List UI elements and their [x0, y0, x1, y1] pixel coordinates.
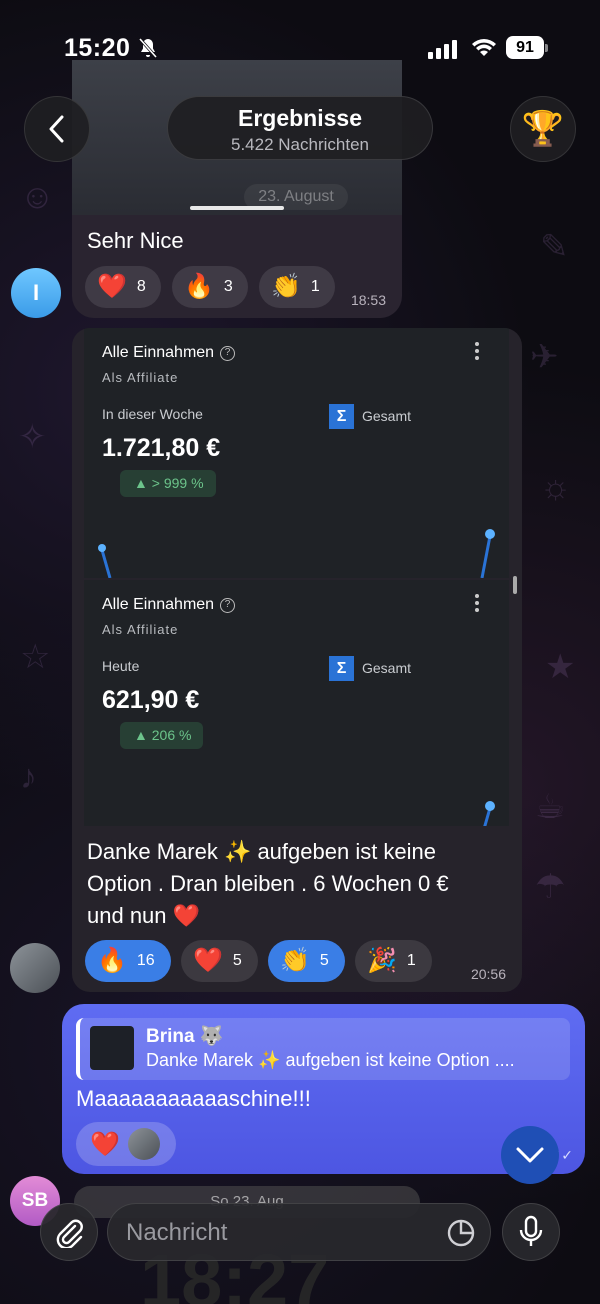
party-popper-icon: 🎉 — [367, 947, 397, 974]
chat-title-pill[interactable]: Ergebnisse 5.422 Nachrichten — [167, 96, 433, 160]
fire-icon: 🔥 — [184, 273, 214, 300]
card-total-label: Gesamt — [362, 408, 412, 424]
message-text-line: Option . Dran bleiben . 6 Wochen 0 € — [87, 871, 449, 896]
reaction-heart[interactable]: ❤️ 5 — [181, 940, 258, 982]
doodle-icon: ✈ — [530, 338, 559, 376]
card-delta: > 999 % — [151, 475, 204, 491]
more-vertical-icon[interactable] — [475, 342, 481, 363]
wifi-icon — [472, 39, 496, 56]
message-text: Maaaaaaaaaaaschine!!! — [76, 1086, 311, 1111]
earnings-card[interactable]: Alle Einnahmen? Als Affiliate In dieser … — [84, 328, 509, 578]
scroll-down-button[interactable] — [501, 1126, 559, 1184]
message-text: Sehr Nice — [87, 228, 184, 253]
back-button[interactable] — [24, 96, 90, 162]
message-input[interactable]: Nachricht — [107, 1203, 491, 1261]
card-title: Alle Einnahmen? — [102, 344, 236, 362]
doodle-icon: ☕ — [535, 788, 566, 826]
bell-off-icon — [138, 38, 158, 58]
doodle-icon: ★ — [545, 648, 576, 686]
doodle-icon: ♪ — [20, 758, 37, 796]
doodle-icon: ☆ — [20, 638, 51, 676]
card-amount: 621,90 € — [102, 686, 200, 714]
reaction-clap[interactable]: 👏 5 — [268, 940, 345, 982]
back-arrow-icon — [49, 115, 64, 143]
card-delta: 206 % — [151, 727, 192, 743]
card-subtitle: Als Affiliate — [102, 370, 179, 385]
reaction-fire[interactable]: 🔥 3 — [172, 266, 248, 308]
sigma-icon: Σ — [329, 656, 354, 681]
status-time: 15:20 — [64, 34, 131, 62]
reaction-clap[interactable]: 👏 1 — [259, 266, 335, 308]
card-title: Alle Einnahmen? — [102, 596, 236, 614]
message-text-line: Danke Marek ✨ aufgeben ist keine — [87, 839, 437, 864]
reaction-fire[interactable]: 🔥 16 — [85, 940, 171, 982]
clap-icon: 👏 — [271, 273, 301, 300]
reaction-heart[interactable]: ❤️ 8 — [85, 266, 161, 308]
message-input-placeholder: Nachricht — [126, 1219, 228, 1246]
reply-author: Brina 🐺 — [146, 1026, 224, 1047]
card-period: In dieser Woche — [102, 406, 203, 422]
heart-icon: ❤️ — [90, 1131, 120, 1158]
card-delta-badge: ▲ 206 % — [120, 722, 204, 749]
card-title-text: Alle Einnahmen — [102, 596, 215, 613]
message-bubble[interactable]: Alle Einnahmen? Als Affiliate In dieser … — [72, 328, 522, 992]
reaction-count: 5 — [319, 952, 329, 969]
trophy-button[interactable]: 🏆 — [510, 96, 576, 162]
card-title-text: Alle Einnahmen — [102, 344, 215, 361]
cellular-signal-icon — [428, 39, 458, 59]
battery-indicator: 91 — [506, 36, 544, 59]
card-subtitle: Als Affiliate — [102, 622, 179, 637]
chat-title: Ergebnisse — [238, 105, 362, 131]
card-period: Heute — [102, 658, 140, 674]
reply-preview[interactable]: Brina 🐺 Danke Marek ✨ aufgeben ist keine… — [76, 1018, 570, 1080]
battery-cap — [545, 44, 548, 52]
card-amount: 1.721,80 € — [102, 434, 221, 462]
earnings-card[interactable]: Alle Einnahmen? Als Affiliate Heute Σ Ge… — [84, 580, 509, 826]
reaction-heart[interactable]: ❤️ — [76, 1122, 176, 1166]
reaction-count: 8 — [136, 278, 146, 295]
more-vertical-icon[interactable] — [475, 594, 481, 615]
media-home-indicator — [190, 206, 284, 210]
doodle-icon: ☂ — [535, 868, 566, 906]
trophy-icon: 🏆 — [521, 110, 565, 148]
clap-icon: 👏 — [280, 947, 310, 974]
message-text-line: und nun ❤️ — [87, 903, 201, 928]
reactor-avatar — [128, 1128, 160, 1160]
message-text: Danke Marek ✨ aufgeben ist keine Option … — [87, 836, 512, 932]
avatar[interactable]: I — [11, 268, 61, 318]
reaction-party[interactable]: 🎉 1 — [355, 940, 432, 982]
card-chart-line — [98, 529, 495, 578]
paperclip-icon — [56, 1219, 83, 1248]
card-delta-badge: ▲ > 999 % — [120, 470, 216, 497]
doodle-icon: ✎ — [540, 228, 569, 266]
media-scrollbar[interactable] — [513, 576, 517, 594]
fire-icon: 🔥 — [97, 947, 127, 974]
microphone-button[interactable] — [502, 1203, 560, 1261]
attach-button[interactable] — [40, 1203, 98, 1261]
reaction-count: 5 — [232, 952, 242, 969]
sticker-icon[interactable] — [446, 1218, 476, 1248]
reaction-count: 1 — [310, 278, 320, 295]
chevron-down-icon — [516, 1147, 544, 1163]
help-circle-icon: ? — [220, 598, 236, 613]
message-time: 20:56 — [470, 966, 506, 982]
microphone-icon — [519, 1215, 543, 1246]
card-total-label: Gesamt — [362, 660, 412, 676]
reaction-count: 16 — [136, 952, 155, 969]
help-circle-icon: ? — [220, 346, 236, 361]
heart-icon: ❤️ — [193, 947, 223, 974]
chat-subtitle: 5.422 Nachrichten — [231, 135, 369, 154]
doodle-icon: ✧ — [18, 418, 47, 456]
doodle-icon: ☼ — [540, 468, 572, 506]
reply-thumbnail — [90, 1026, 134, 1070]
reaction-count: 1 — [406, 952, 416, 969]
reply-text: Danke Marek ✨ aufgeben ist keine Option … — [146, 1050, 515, 1070]
doodle-icon: ☺ — [20, 178, 55, 216]
heart-icon: ❤️ — [97, 273, 127, 300]
message-time: 18:53 — [350, 292, 386, 308]
reaction-count: 3 — [223, 278, 233, 295]
card-chart-line — [483, 801, 495, 826]
avatar[interactable] — [10, 943, 60, 993]
sigma-icon: Σ — [329, 404, 354, 429]
